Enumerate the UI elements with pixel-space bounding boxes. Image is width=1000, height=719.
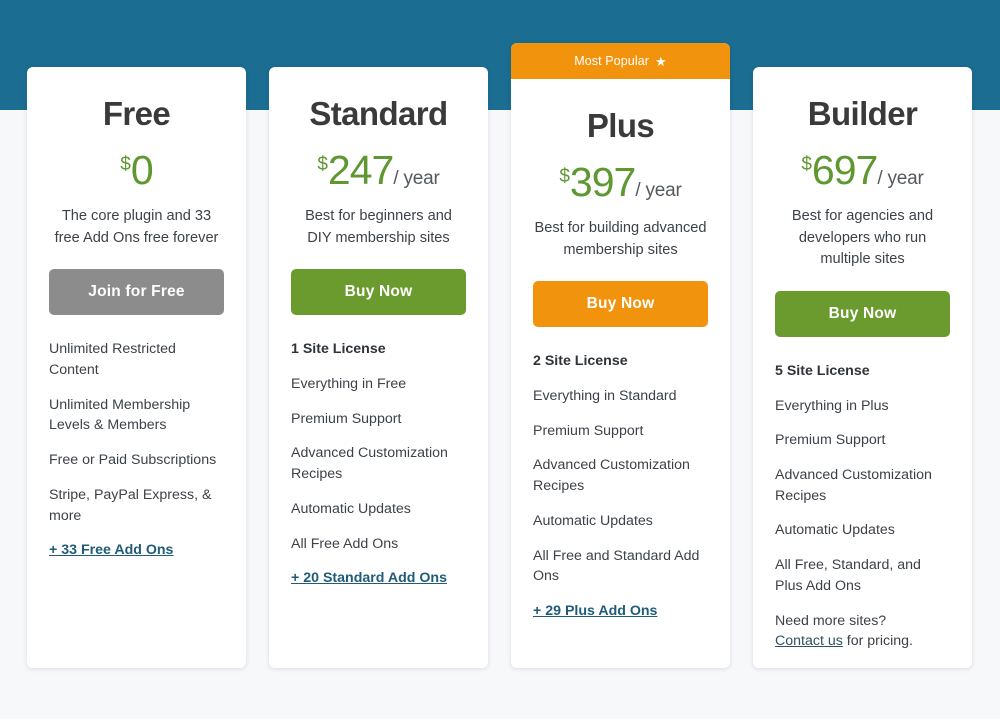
plus-add-ons-link[interactable]: + 29 Plus Add Ons (533, 603, 657, 619)
list-item: Everything in Free (291, 374, 466, 395)
price-amount: 0 (131, 147, 153, 193)
buy-now-button-standard[interactable]: Buy Now (291, 269, 466, 315)
plan-price-builder: $697/ year (775, 147, 950, 194)
list-item: Premium Support (291, 409, 466, 430)
free-add-ons-link[interactable]: + 33 Free Add Ons (49, 542, 173, 558)
pricing-card-standard: Standard $247/ year Best for beginners a… (269, 67, 488, 668)
most-popular-badge: Most Popular ★ (511, 43, 730, 79)
plan-price-standard: $247/ year (291, 147, 466, 194)
list-item: All Free and Standard Add Ons (533, 546, 708, 587)
card-body-free: Free $0 The core plugin and 33 free Add … (27, 67, 246, 561)
feature-list-plus: 2 Site License Everything in Standard Pr… (533, 351, 708, 622)
list-item: Automatic Updates (291, 499, 466, 520)
currency-symbol: $ (559, 166, 570, 187)
list-item: Unlimited Restricted Content (49, 339, 224, 380)
feature-list-standard: 1 Site License Everything in Free Premiu… (291, 339, 466, 589)
list-item: Unlimited Membership Levels & Members (49, 395, 224, 436)
pricing-card-free: Free $0 The core plugin and 33 free Add … (27, 67, 246, 668)
plan-price-free: $0 (49, 147, 224, 194)
plan-name-standard: Standard (291, 67, 466, 133)
buy-now-button-plus[interactable]: Buy Now (533, 281, 708, 327)
price-amount: 397 (570, 159, 635, 205)
price-period: / year (635, 180, 681, 201)
contact-note: Need more sites? Contact us for pricing. (775, 611, 950, 652)
currency-symbol: $ (801, 154, 812, 175)
plan-tagline-standard: Best for beginners and DIY membership si… (291, 206, 466, 249)
price-period: / year (393, 168, 439, 189)
pricing-card-plus: Most Popular ★ Plus $397/ year Best for … (511, 43, 730, 668)
license-label: 5 Site License (775, 361, 950, 382)
feature-list-builder: 5 Site License Everything in Plus Premiu… (775, 361, 950, 652)
plan-tagline-free: The core plugin and 33 free Add Ons free… (49, 206, 224, 249)
pricing-plans-grid: Free $0 The core plugin and 33 free Add … (0, 0, 1000, 719)
list-item: Premium Support (775, 430, 950, 451)
feature-list-free: Unlimited Restricted Content Unlimited M… (49, 339, 224, 561)
list-item: Advanced Customization Recipes (533, 455, 708, 496)
plan-tagline-builder: Best for agencies and developers who run… (775, 206, 950, 271)
standard-add-ons-link[interactable]: + 20 Standard Add Ons (291, 570, 447, 586)
license-label: 1 Site License (291, 339, 466, 360)
plan-name-free: Free (49, 67, 224, 133)
list-item: Advanced Customization Recipes (775, 465, 950, 506)
list-item: Everything in Standard (533, 386, 708, 407)
contact-note-suffix: for pricing. (843, 633, 913, 649)
join-for-free-button[interactable]: Join for Free (49, 269, 224, 315)
price-amount: 697 (812, 147, 877, 193)
plan-tagline-plus: Best for building advanced membership si… (533, 218, 708, 261)
buy-now-button-builder[interactable]: Buy Now (775, 291, 950, 337)
star-icon: ★ (655, 55, 667, 68)
currency-symbol: $ (317, 154, 328, 175)
card-body-plus: Plus $397/ year Best for building advanc… (511, 79, 730, 622)
plan-price-plus: $397/ year (533, 159, 708, 206)
contact-note-text: Need more sites? (775, 613, 886, 629)
list-item: Automatic Updates (533, 511, 708, 532)
list-item: Free or Paid Subscriptions (49, 450, 224, 471)
list-item: All Free Add Ons (291, 534, 466, 555)
list-item: + 29 Plus Add Ons (533, 601, 708, 622)
pricing-card-builder: Builder $697/ year Best for agencies and… (753, 67, 972, 668)
card-body-builder: Builder $697/ year Best for agencies and… (753, 67, 972, 652)
list-item: Stripe, PayPal Express, & more (49, 485, 224, 526)
list-item: + 33 Free Add Ons (49, 540, 224, 561)
plan-name-builder: Builder (775, 67, 950, 133)
price-amount: 247 (328, 147, 393, 193)
list-item: Everything in Plus (775, 396, 950, 417)
list-item: + 20 Standard Add Ons (291, 568, 466, 589)
price-period: / year (877, 168, 923, 189)
card-body-standard: Standard $247/ year Best for beginners a… (269, 67, 488, 589)
currency-symbol: $ (120, 154, 131, 175)
list-item: Premium Support (533, 421, 708, 442)
most-popular-label: Most Popular (574, 54, 649, 68)
list-item: Advanced Customization Recipes (291, 443, 466, 484)
contact-us-link[interactable]: Contact us (775, 633, 843, 649)
list-item: Automatic Updates (775, 520, 950, 541)
plan-name-plus: Plus (533, 79, 708, 145)
license-label: 2 Site License (533, 351, 708, 372)
list-item: All Free, Standard, and Plus Add Ons (775, 555, 950, 596)
